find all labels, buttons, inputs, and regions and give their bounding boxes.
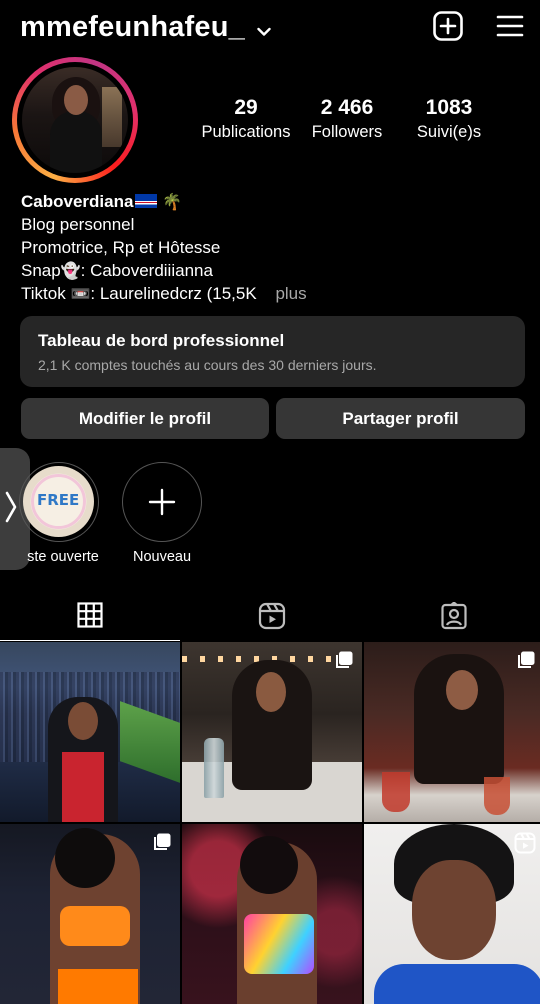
reels-icon — [258, 602, 286, 635]
new-highlight-label: Nouveau — [132, 549, 192, 565]
username: mmefeunhafeu_ — [20, 11, 245, 43]
display-name: Caboverdiana — [21, 192, 134, 211]
bio-category: Blog personnel — [21, 215, 135, 234]
ghost-icon: 👻 — [60, 261, 81, 280]
bio-line: Promotrice, Rp et Hôtesse — [21, 238, 221, 257]
dashboard-title: Tableau de bord professionnel — [38, 331, 285, 350]
following-count-value: 1083 — [425, 96, 473, 119]
posts-count-label: Publications — [201, 123, 291, 141]
chevron-right-icon — [4, 490, 18, 533]
bio-tiktok-line: Tiktok 📼: Laurelinedcrz (15,5K plus — [21, 282, 521, 305]
followers-count-value: 2 466 — [320, 96, 374, 119]
plus-icon — [123, 463, 201, 541]
videocassette-icon: 📼 — [70, 284, 91, 303]
followers-count-label: Followers — [311, 123, 383, 141]
reel-icon — [514, 832, 536, 859]
post-thumbnail[interactable] — [364, 824, 540, 1004]
carousel-icon — [334, 650, 354, 675]
tiktok-value: : Laurelinedcrz (15,5K — [90, 284, 257, 303]
chevron-down-icon — [257, 12, 271, 45]
account-switcher[interactable]: mmefeunhafeu_ — [20, 10, 271, 45]
top-bar: mmefeunhafeu_ — [0, 0, 540, 56]
add-post-icon[interactable] — [432, 10, 464, 42]
tab-reels[interactable] — [182, 595, 362, 641]
post-thumbnail[interactable] — [0, 824, 180, 1004]
following-count-label: Suivi(e)s — [416, 123, 482, 141]
snap-label: Snap — [21, 261, 61, 280]
share-profile-button[interactable]: Partager profil — [276, 398, 525, 439]
post-thumbnail[interactable] — [364, 642, 540, 822]
highlight-cover: FREE — [23, 466, 94, 537]
snap-value: : Caboverdiiianna — [80, 261, 213, 280]
professional-dashboard-card[interactable]: Tableau de bord professionnel 2,1 K comp… — [20, 316, 525, 387]
highlight-cover-text: FREE — [37, 491, 80, 509]
story-highlight[interactable]: FREE — [19, 462, 99, 542]
profile-tabs — [0, 595, 540, 641]
dashboard-subtitle: 2,1 K comptes touchés au cours des 30 de… — [38, 357, 377, 373]
profile-stats: 29 Publications 2 466 Followers 1083 Sui… — [0, 96, 540, 146]
carousel-icon — [152, 832, 172, 857]
post-thumbnail[interactable] — [0, 642, 180, 822]
tagged-icon — [440, 600, 468, 635]
tab-posts-grid[interactable] — [0, 595, 180, 641]
carousel-icon — [516, 650, 536, 675]
bio-snap-line: Snap👻: Caboverdiiianna — [21, 259, 521, 282]
bio-more-link[interactable]: plus — [275, 284, 306, 303]
posts-grid — [0, 642, 540, 1004]
edit-profile-button[interactable]: Modifier le profil — [21, 398, 269, 439]
followers-count[interactable]: 2 466 Followers — [304, 96, 390, 142]
tiktok-label: Tiktok — [21, 284, 66, 303]
posts-count[interactable]: 29 Publications — [200, 96, 292, 142]
following-count[interactable]: 1083 Suivi(e)s — [408, 96, 490, 142]
palm-tree-icon: 🌴 — [162, 192, 183, 211]
post-thumbnail[interactable] — [182, 642, 362, 822]
cape-verde-flag-icon — [135, 194, 158, 208]
tab-tagged[interactable] — [364, 595, 540, 641]
profile-bio: Caboverdiana 🌴 Blog personnel Promotrice… — [21, 190, 521, 305]
bio-name-line: Caboverdiana 🌴 — [21, 190, 521, 213]
highlight-label: ste ouverte — [27, 549, 99, 565]
menu-icon[interactable] — [494, 10, 526, 42]
posts-count-value: 29 — [234, 96, 258, 119]
grid-icon — [77, 602, 103, 633]
new-highlight-button[interactable] — [122, 462, 202, 542]
post-thumbnail[interactable] — [182, 824, 362, 1004]
